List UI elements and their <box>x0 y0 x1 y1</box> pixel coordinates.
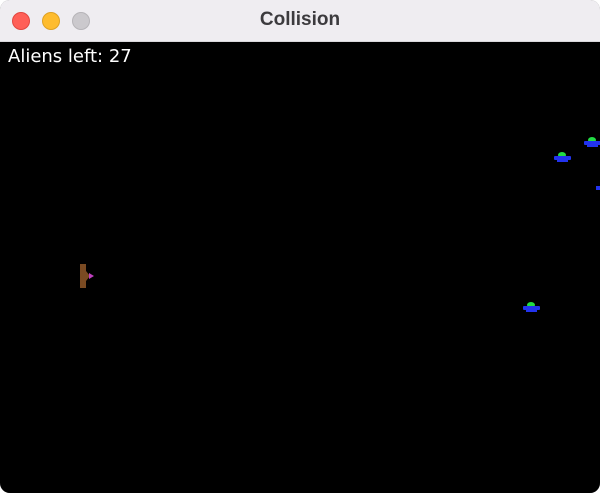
alien-ufo-icon <box>523 302 540 312</box>
alien-ufo-icon <box>596 186 600 190</box>
window-title: Collision <box>259 9 341 30</box>
alien-ufo-icon <box>584 137 600 147</box>
aliens-left-counter: Aliens left: 27 <box>8 46 132 67</box>
spaceship-icon <box>80 264 94 288</box>
title-bar: Collision <box>0 0 600 42</box>
alien-ufo-icon <box>554 152 571 162</box>
game-board[interactable]: Aliens left: 27 <box>0 42 600 493</box>
game-window: Collision Aliens left: 27 <box>0 0 600 493</box>
